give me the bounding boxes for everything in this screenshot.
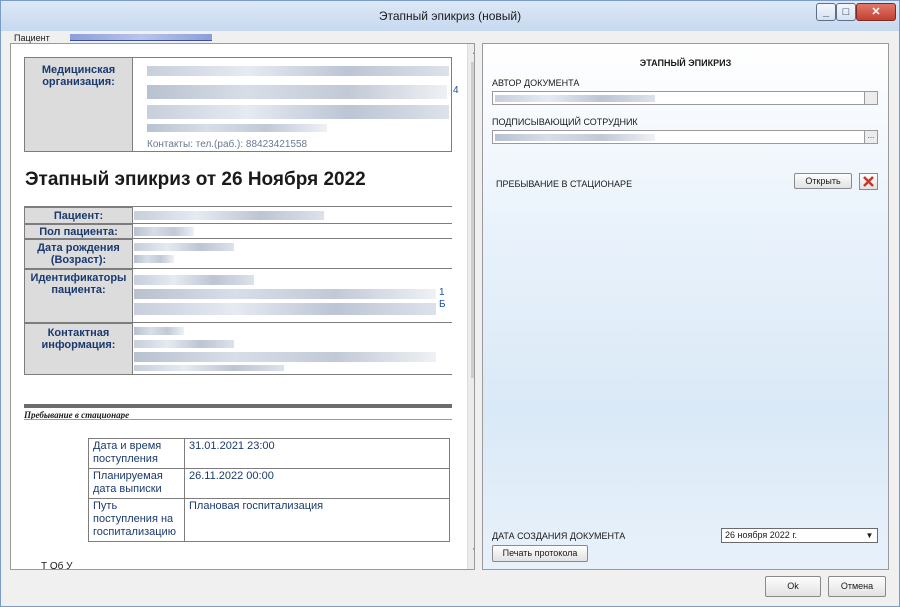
open-button[interactable]: Открыть	[794, 173, 852, 189]
patient-info-table: Пациент: Пол пациента: Дата рождения (Во…	[24, 206, 452, 375]
identifiers-label: Идентификаторы пациента:	[24, 269, 133, 323]
redacted-value	[134, 365, 284, 371]
print-protocol-button[interactable]: Печать протокола	[492, 545, 588, 562]
hospital-stay-label: ПРЕБЫВАНИЕ В СТАЦИОНАРЕ	[496, 179, 633, 189]
redacted-value	[134, 227, 194, 236]
creation-date-label: ДАТА СОЗДАНИЯ ДОКУМЕНТА	[492, 531, 626, 541]
section-underline	[24, 419, 452, 420]
table-row: Контактная информация:	[24, 323, 452, 375]
epicrisis-window: Этапный эпикриз (новый) _ □ ✕ Пациент Ме…	[0, 0, 900, 607]
hospital-stay-table: Дата и время поступления 31.01.2021 23:0…	[88, 438, 450, 542]
remove-stay-button[interactable]	[859, 173, 878, 190]
table-row: Планируемая дата выписки 26.11.2022 00:0…	[88, 468, 450, 499]
organization-contacts: Контакты: тел.(раб.): 88423421558	[147, 139, 308, 150]
ok-button[interactable]: Ok	[765, 576, 821, 597]
stay-key: Планируемая дата выписки	[88, 468, 185, 499]
redacted-value	[134, 327, 184, 335]
author-label: АВТОР ДОКУМЕНТА	[492, 78, 580, 88]
vertical-scrollbar[interactable]: ▲ ▼	[467, 44, 474, 569]
stay-value: Плановая госпитализация	[184, 498, 450, 542]
patient-label: Пациент	[14, 33, 50, 43]
delete-icon	[863, 176, 874, 187]
redacted-value	[134, 211, 324, 220]
cut-off-row: Т Об У	[41, 561, 73, 570]
scroll-up-icon[interactable]: ▲	[468, 44, 474, 60]
author-field[interactable]	[492, 91, 878, 105]
epicrisis-form: ЭТАПНЫЙ ЭПИКРИЗ АВТОР ДОКУМЕНТА ПОДПИСЫВ…	[482, 43, 889, 570]
title-bar: Этапный эпикриз (новый) _ □ ✕	[1, 1, 899, 31]
redacted-value	[134, 275, 254, 285]
contact-info-label: Контактная информация:	[24, 323, 133, 375]
author-lookup-button[interactable]	[864, 91, 878, 105]
form-title: ЭТАПНЫЙ ЭПИКРИЗ	[639, 58, 732, 68]
redacted-value	[134, 255, 174, 263]
organization-block: Медицинская организация: 4 Контакты: тел…	[24, 57, 459, 152]
redacted-value	[134, 289, 436, 299]
signer-field[interactable]: ...	[492, 130, 878, 144]
minimize-button[interactable]: _	[816, 3, 836, 21]
org-edge-digit: 4	[453, 85, 459, 96]
section-divider	[24, 404, 452, 408]
table-row: Дата рождения (Возраст):	[24, 239, 452, 269]
table-row: Пол пациента:	[24, 224, 452, 239]
table-row: Пациент:	[24, 207, 452, 224]
scroll-down-icon[interactable]: ▼	[468, 544, 474, 560]
redacted-value	[134, 352, 436, 362]
identifier-edge-letter: Б	[439, 299, 446, 310]
patient-name-label: Пациент:	[24, 207, 133, 224]
creation-date-picker[interactable]: 26 ноября 2022 г. ▼	[721, 528, 878, 543]
redacted-signer	[495, 134, 655, 141]
redacted-value	[134, 340, 234, 348]
window-title: Этапный эпикриз (новый)	[378, 9, 522, 23]
organization-label: Медицинская организация:	[24, 57, 133, 152]
redacted-org-details	[147, 105, 449, 119]
stay-value: 31.01.2021 23:00	[184, 438, 450, 469]
redacted-value	[134, 303, 436, 315]
signer-lookup-button[interactable]: ...	[864, 130, 878, 144]
identifier-edge-digit: 1	[439, 287, 445, 298]
chevron-down-icon[interactable]: ▼	[862, 529, 877, 542]
patient-name-link[interactable]	[70, 34, 212, 41]
patient-sex-label: Пол пациента:	[24, 224, 133, 239]
cancel-button[interactable]: Отмена	[828, 576, 886, 597]
redacted-org-name	[147, 66, 449, 76]
document-preview[interactable]: Медицинская организация: 4 Контакты: тел…	[10, 43, 475, 570]
maximize-button[interactable]: □	[836, 3, 856, 21]
stay-key: Дата и время поступления	[88, 438, 185, 469]
table-row: Путь поступления на госпитализацию Плано…	[88, 498, 450, 542]
scrollbar-thumb[interactable]	[471, 62, 474, 378]
birth-date-label: Дата рождения (Возраст):	[24, 239, 133, 269]
creation-date-value: 26 ноября 2022 г.	[725, 530, 797, 540]
redacted-author	[495, 95, 655, 102]
table-row: Идентификаторы пациента: 1 Б	[24, 269, 452, 323]
redacted-org-address	[147, 85, 447, 99]
signer-label: ПОДПИСЫВАЮЩИЙ СОТРУДНИК	[492, 117, 638, 127]
close-button[interactable]: ✕	[856, 3, 896, 21]
document-heading: Этапный эпикриз от 26 Ноября 2022	[25, 169, 366, 190]
redacted-org-extra	[147, 124, 327, 132]
redacted-value	[134, 243, 234, 251]
table-row: Дата и время поступления 31.01.2021 23:0…	[88, 438, 450, 469]
stay-key: Путь поступления на госпитализацию	[88, 498, 185, 542]
stay-value: 26.11.2022 00:00	[184, 468, 450, 499]
